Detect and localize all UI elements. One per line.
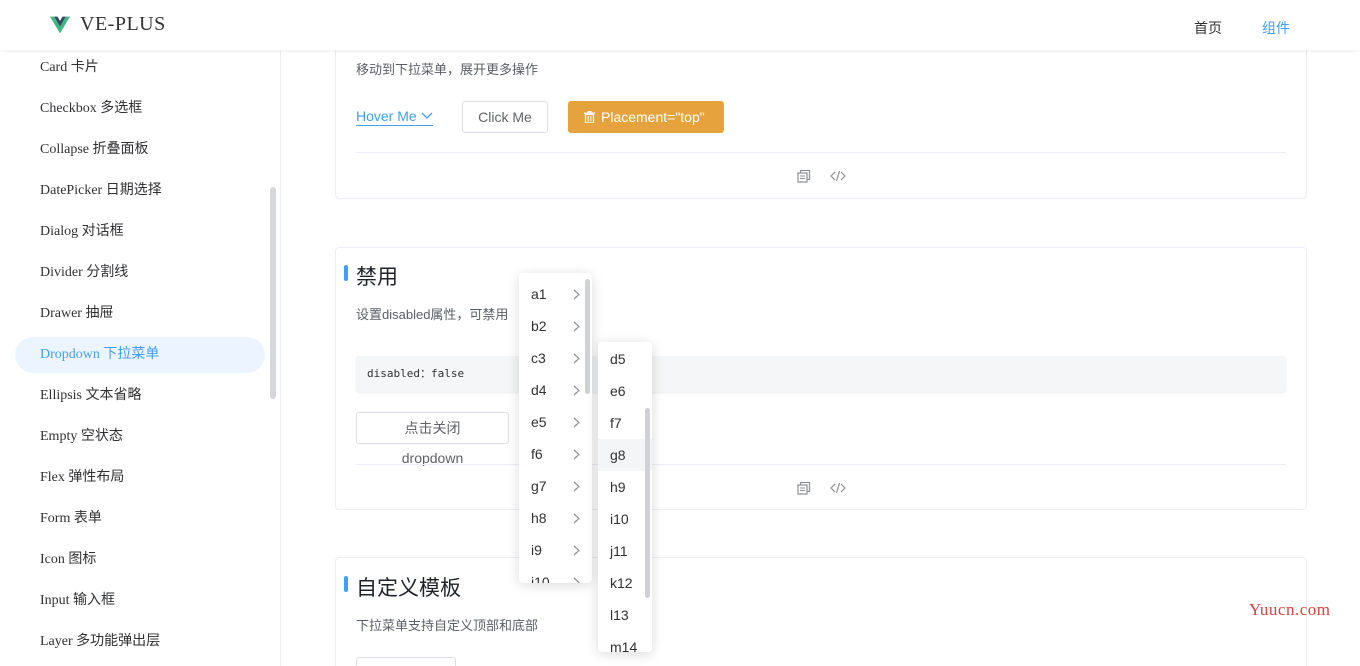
sidebar-item-input[interactable]: Input 输入框	[15, 583, 265, 619]
nav-components-link[interactable]: 组件	[1262, 18, 1290, 38]
sidebar-item-form[interactable]: Form 表单	[15, 501, 265, 537]
dropdown-item[interactable]: a1	[519, 278, 592, 310]
sidebar-item-collapse[interactable]: Collapse 折叠面板	[15, 132, 265, 168]
watermark: Yuucn.com	[1249, 600, 1331, 619]
dropdown-scrollbar[interactable]	[585, 279, 590, 394]
click-me-button[interactable]: Click Me	[462, 101, 548, 133]
copy-icon[interactable]	[796, 168, 812, 184]
dropdown-item[interactable]: l13	[598, 599, 652, 631]
code-tools	[796, 480, 846, 496]
chevron-right-icon	[573, 353, 580, 364]
chevron-right-icon	[573, 321, 580, 332]
dropdown-menu-level1: a1 b2 c3 d4 e5 f6 g7 h8 i9 j10	[519, 273, 592, 583]
dropdown-item-label: b2	[531, 318, 547, 334]
sidebar-item-icon[interactable]: Icon 图标	[15, 542, 265, 578]
dropdown-item[interactable]: d4	[519, 374, 592, 406]
dropdown-item-highlighted[interactable]: g8	[598, 439, 652, 471]
code-icon[interactable]	[830, 168, 846, 184]
sidebar-item-layer[interactable]: Layer 多功能弹出层	[15, 624, 265, 660]
logo-text: VE-PLUS	[80, 13, 166, 35]
placement-top-button[interactable]: Placement="top"	[568, 101, 724, 133]
sidebar: Card 卡片 Checkbox 多选框 Collapse 折叠面板 DateP…	[0, 50, 281, 666]
section-title-custom: 自定义模板	[356, 577, 461, 600]
dropdown-item-label: h8	[531, 510, 547, 526]
placement-top-label: Placement="top"	[601, 109, 705, 125]
dropdown-item-label: f6	[531, 446, 543, 462]
chevron-right-icon	[573, 289, 580, 300]
dropdown-item[interactable]: h9	[598, 471, 652, 503]
dropdown-item[interactable]: e6	[598, 375, 652, 407]
sidebar-item-datepicker[interactable]: DatePicker 日期选择	[15, 173, 265, 209]
copy-icon[interactable]	[796, 480, 812, 496]
dropdown-item[interactable]: c3	[519, 342, 592, 374]
dropdown-item[interactable]: j10	[519, 566, 592, 583]
sidebar-item-dialog[interactable]: Dialog 对话框	[15, 214, 265, 250]
trash-icon	[584, 111, 595, 123]
dropdown-item[interactable]: i10	[598, 503, 652, 535]
demo-card-hover: 移动到下拉菜单，展开更多操作 Hover Me Click Me Placeme…	[335, 30, 1307, 199]
sidebar-item-drawer[interactable]: Drawer 抽屉	[15, 296, 265, 332]
dropdown-item[interactable]: f6	[519, 438, 592, 470]
logo[interactable]: VE-PLUS	[50, 13, 166, 36]
sidebar-item-flex[interactable]: Flex 弹性布局	[15, 460, 265, 496]
sidebar-scrollbar[interactable]	[270, 187, 276, 399]
hover-description: 移动到下拉菜单，展开更多操作	[356, 62, 539, 77]
chevron-right-icon	[573, 481, 580, 492]
sidebar-item-checkbox[interactable]: Checkbox 多选框	[15, 91, 265, 127]
dropdown-item-label: g7	[531, 478, 547, 494]
chevron-right-icon	[573, 385, 580, 396]
hover-me-label: Hover Me	[356, 108, 417, 124]
dropdown-item[interactable]: i9	[519, 534, 592, 566]
section-title-disabled: 禁用	[356, 266, 398, 289]
card-divider	[356, 464, 1286, 465]
custom-description: 下拉菜单支持自定义顶部和底部	[356, 618, 539, 633]
disabled-description: 设置disabled属性，可禁用	[356, 307, 509, 322]
sidebar-item-card[interactable]: Card 卡片	[15, 50, 265, 86]
vue-logo-icon	[50, 16, 70, 33]
chevron-right-icon	[573, 417, 580, 428]
dropdown-item-label: a1	[531, 286, 547, 302]
dropdown-scrollbar[interactable]	[645, 408, 650, 598]
dropdown-item[interactable]: h8	[519, 502, 592, 534]
sidebar-item-divider[interactable]: Divider 分割线	[15, 255, 265, 291]
sidebar-item-ellipsis[interactable]: Ellipsis 文本省略	[15, 378, 265, 414]
chevron-right-icon	[573, 513, 580, 524]
demo-card-disabled: 禁用 设置disabled属性，可禁用 disabled：false 点击关闭 …	[335, 247, 1307, 510]
top-header: VE-PLUS 首页 组件	[0, 0, 1360, 50]
dropdown-item[interactable]: f7	[598, 407, 652, 439]
disabled-state-readout: disabled：false	[356, 356, 1286, 392]
dropdown-item[interactable]: g7	[519, 470, 592, 502]
demo-card-custom: 自定义模板 下拉菜单支持自定义顶部和底部	[335, 557, 1307, 666]
section-accent-bar	[344, 265, 348, 281]
close-dropdown-button[interactable]: 点击关闭 dropdown	[356, 412, 509, 466]
dropdown-item[interactable]: e5	[519, 406, 592, 438]
custom-demo-button[interactable]	[356, 657, 456, 666]
dropdown-item[interactable]: b2	[519, 310, 592, 342]
hover-me-trigger[interactable]: Hover Me	[356, 108, 433, 126]
section-accent-bar	[344, 576, 348, 592]
dropdown-item[interactable]: d5	[598, 343, 652, 375]
dropdown-item[interactable]: m14	[598, 631, 652, 652]
chevron-right-icon	[573, 545, 580, 556]
sidebar-item-empty[interactable]: Empty 空状态	[15, 419, 265, 455]
code-icon[interactable]	[830, 480, 846, 496]
sidebar-item-dropdown[interactable]: Dropdown 下拉菜单	[15, 337, 265, 373]
dropdown-item-label: c3	[531, 350, 546, 366]
dropdown-item-label: e5	[531, 414, 547, 430]
dropdown-item-label: j10	[531, 574, 550, 583]
chevron-right-icon	[573, 577, 580, 583]
chevron-right-icon	[573, 449, 580, 460]
dropdown-item[interactable]: k12	[598, 567, 652, 599]
code-tools	[796, 168, 846, 184]
chevron-down-icon	[421, 112, 433, 119]
nav-home-link[interactable]: 首页	[1194, 18, 1222, 38]
dropdown-item-label: d4	[531, 382, 547, 398]
card-divider	[356, 152, 1286, 153]
dropdown-item-label: i9	[531, 542, 542, 558]
dropdown-menu-level2: d5 e6 f7 g8 h9 i10 j11 k12 l13 m14	[598, 342, 652, 652]
dropdown-item[interactable]: j11	[598, 535, 652, 567]
